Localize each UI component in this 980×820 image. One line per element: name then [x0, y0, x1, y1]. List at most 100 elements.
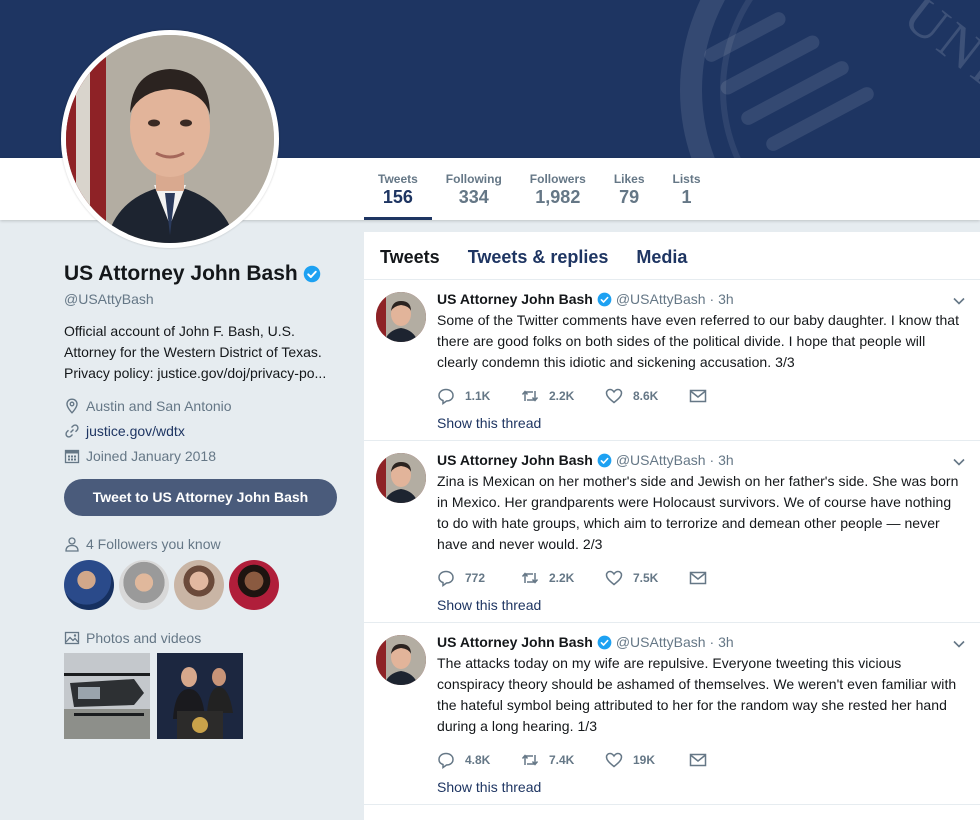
stat-value: 156 [382, 187, 413, 207]
joined-text: Joined January 2018 [86, 448, 216, 464]
media-thumbnail-press-conference[interactable] [157, 653, 243, 739]
profile-stats: Tweets 156 Following 334 Followers 1,982… [364, 158, 715, 220]
reply-count: 1.1K [465, 389, 491, 403]
tweet-header: US Attorney John Bash @USAttyBash · 3h [437, 633, 966, 652]
envelope-icon [689, 753, 707, 767]
direct-message-button[interactable] [689, 387, 773, 405]
reply-button[interactable]: 1.1K [437, 387, 521, 405]
tweet-timestamp[interactable]: · 3h [710, 633, 734, 652]
tweet-actions: 4.8K 7.4K 19K [437, 749, 966, 771]
portrait-illustration [66, 35, 274, 243]
website-link[interactable]: justice.gov/wdtx [86, 423, 185, 439]
tweet[interactable]: US Attorney John Bash @USAttyBash · 3h S… [364, 280, 980, 441]
follower-avatar[interactable] [174, 560, 224, 610]
link-icon [65, 424, 79, 438]
tweet-author-name[interactable]: US Attorney John Bash [437, 451, 593, 470]
heart-icon [605, 752, 623, 768]
followers-you-know-header[interactable]: 4 Followers you know [64, 536, 344, 552]
heart-icon [605, 388, 623, 404]
tweet-avatar-photo [376, 292, 426, 342]
stat-followers[interactable]: Followers 1,982 [516, 158, 600, 220]
envelope-icon [689, 389, 707, 403]
like-button[interactable]: 7.5K [605, 569, 689, 587]
stat-label: Lists [672, 172, 701, 186]
direct-message-button[interactable] [689, 569, 773, 587]
retweet-button[interactable]: 7.4K [521, 751, 605, 769]
tweet[interactable]: US Attorney John Bash @USAttyBash · 3h Z… [364, 441, 980, 623]
retweet-icon [521, 390, 539, 402]
tweet-author-name[interactable]: US Attorney John Bash [437, 633, 593, 652]
follower-avatar[interactable] [119, 560, 169, 610]
retweet-count: 7.4K [549, 753, 575, 767]
show-thread-link[interactable]: Show this thread [437, 597, 966, 622]
stat-following[interactable]: Following 334 [432, 158, 516, 220]
chevron-down-icon[interactable] [952, 637, 966, 651]
tweet-text: Some of the Twitter comments have even r… [437, 312, 960, 370]
tweet-timestamp[interactable]: · 3h [710, 451, 734, 470]
tweet-header: US Attorney John Bash @USAttyBash · 3h [437, 290, 966, 309]
profile-card: US Attorney John Bash @USAttyBash Offici… [64, 262, 344, 739]
photos-videos-header[interactable]: Photos and videos [64, 630, 344, 646]
stat-tweets[interactable]: Tweets 156 [364, 158, 432, 220]
followers-you-know-label: 4 Followers you know [86, 536, 221, 552]
like-button[interactable]: 19K [605, 751, 689, 769]
reply-button[interactable]: 772 [437, 569, 521, 587]
like-button[interactable]: 8.6K [605, 387, 689, 405]
profile-bio: Official account of John F. Bash, U.S. A… [64, 323, 327, 381]
reply-icon [438, 388, 454, 405]
retweet-button[interactable]: 2.2K [521, 387, 605, 405]
show-thread-link[interactable]: Show this thread [437, 779, 966, 804]
chevron-down-icon[interactable] [952, 294, 966, 308]
tweet-avatar-photo [376, 453, 426, 503]
tweet-avatar[interactable] [376, 635, 426, 685]
tweet-author-handle[interactable]: @USAttyBash [616, 451, 706, 470]
profile-handle[interactable]: @USAttyBash [64, 291, 344, 307]
show-thread-link[interactable]: Show this thread [437, 415, 966, 440]
tab-tweets-replies[interactable]: Tweets & replies [454, 232, 623, 279]
stat-lists[interactable]: Lists 1 [659, 158, 715, 220]
stat-likes[interactable]: Likes 79 [600, 158, 659, 220]
tweet-author-handle[interactable]: @USAttyBash [616, 633, 706, 652]
followers-you-know-list [64, 560, 344, 610]
profile-avatar[interactable] [61, 30, 279, 248]
tweet-author-handle[interactable]: @USAttyBash [616, 290, 706, 309]
tweet-to-button[interactable]: Tweet to US Attorney John Bash [64, 479, 337, 516]
tweet-text: The attacks today on my wife are repulsi… [437, 655, 957, 734]
like-count: 7.5K [633, 571, 659, 585]
tweet[interactable]: US Attorney John Bash @USAttyBash · 3h T… [364, 623, 980, 805]
helicopter-photo [64, 653, 150, 739]
like-count: 8.6K [633, 389, 659, 403]
follower-avatar[interactable] [64, 560, 114, 610]
stat-label: Likes [613, 172, 645, 186]
retweet-icon [521, 572, 539, 584]
stat-label: Following [445, 172, 502, 186]
profile-name[interactable]: US Attorney John Bash [64, 262, 298, 286]
tweet-timestamp[interactable]: · 3h [710, 290, 734, 309]
location-pin-icon [66, 398, 78, 414]
chevron-down-icon[interactable] [952, 455, 966, 469]
tweet-avatar[interactable] [376, 292, 426, 342]
reply-count: 4.8K [465, 753, 491, 767]
photos-videos-label: Photos and videos [86, 630, 202, 646]
tweet-avatar-photo [376, 635, 426, 685]
press-conference-photo [157, 653, 243, 739]
reply-icon [438, 570, 454, 587]
tweet-author-name[interactable]: US Attorney John Bash [437, 290, 593, 309]
direct-message-button[interactable] [689, 751, 773, 769]
tab-tweets[interactable]: Tweets [366, 232, 454, 279]
media-thumbnails [64, 653, 344, 739]
stat-value: 79 [619, 187, 640, 207]
follower-avatar[interactable] [229, 560, 279, 610]
timeline-tabs: Tweets Tweets & replies Media [364, 232, 980, 280]
reply-icon [438, 752, 454, 769]
tweet-actions: 772 2.2K 7.5K [437, 567, 966, 589]
reply-button[interactable]: 4.8K [437, 751, 521, 769]
tweet-actions: 1.1K 2.2K 8.6K [437, 385, 966, 407]
envelope-icon [689, 571, 707, 585]
tweet-avatar[interactable] [376, 453, 426, 503]
tab-media[interactable]: Media [622, 232, 701, 279]
media-thumbnail-helicopter[interactable] [64, 653, 150, 739]
tweet-header: US Attorney John Bash @USAttyBash · 3h [437, 451, 966, 470]
stat-label: Followers [529, 172, 586, 186]
retweet-button[interactable]: 2.2K [521, 569, 605, 587]
